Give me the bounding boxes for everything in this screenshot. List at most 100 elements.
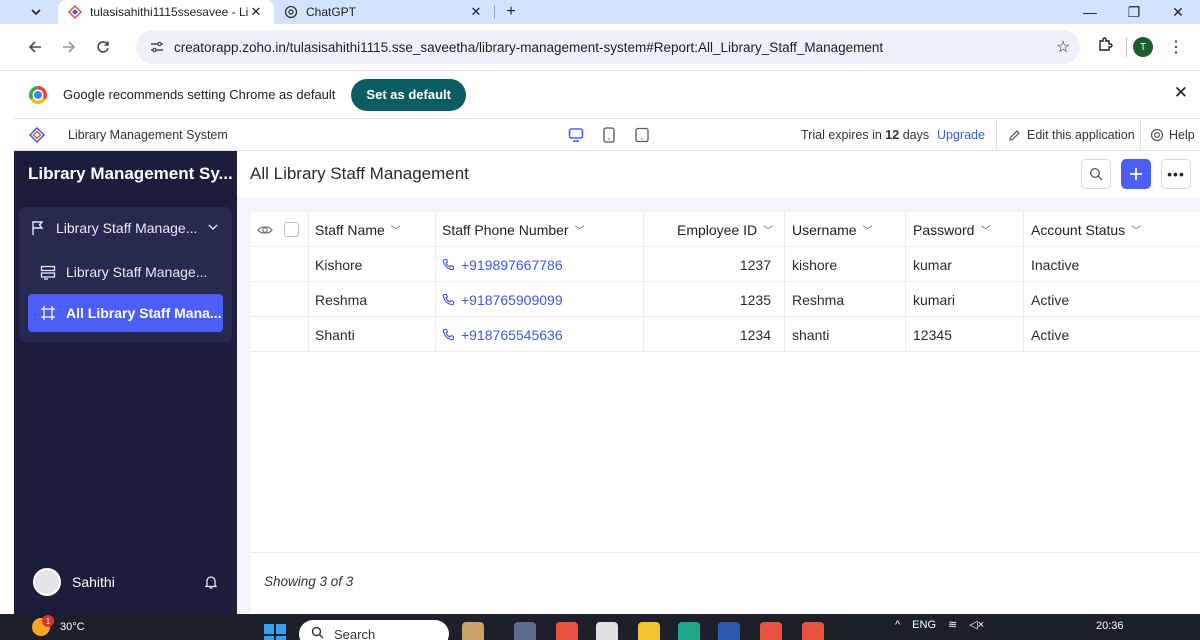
column-header-employee-id[interactable]: Employee ID ﹀ <box>677 212 773 247</box>
trial-days: 12 <box>885 128 900 142</box>
clock[interactable]: 20:36 <box>1096 620 1124 632</box>
chrome-taskbar-icon[interactable] <box>556 622 578 640</box>
table-row[interactable]: Reshma +918765909099 1235 Reshma kumari … <box>251 282 1200 317</box>
cell-phone-link[interactable]: +918765909099 <box>442 282 563 317</box>
column-title: Staff Name <box>315 221 385 238</box>
user-profile[interactable]: Sahithi <box>33 568 115 596</box>
chevron-up-icon[interactable]: ^ <box>895 619 900 631</box>
desktop-view-icon[interactable] <box>566 125 586 145</box>
browser-tabstrip: tulasisahithi1115ssesavee - Libr ✕ ChatG… <box>0 0 1200 24</box>
sidebar-item-all-staff-report[interactable]: All Library Staff Mana... <box>28 294 223 332</box>
table-row[interactable]: Kishore +919897667786 1237 kishore kumar… <box>251 247 1200 282</box>
restore-icon[interactable]: ❐ <box>1112 0 1156 24</box>
column-header-username[interactable]: Username ﹀ <box>792 212 873 247</box>
column-divider <box>905 282 906 317</box>
speaker-icon[interactable]: ◁× <box>969 618 984 631</box>
table-header-row: Staff Name ﹀ Staff Phone Number ﹀ Employee… <box>251 212 1200 247</box>
toolbar-divider <box>1126 37 1127 57</box>
column-divider <box>784 282 785 317</box>
tab-search-button[interactable] <box>24 2 48 22</box>
phone-number: +919897667786 <box>461 256 563 273</box>
column-header-staff-phone[interactable]: Staff Phone Number ﹀ <box>442 212 585 247</box>
help-link[interactable]: Help <box>1150 128 1195 142</box>
cell-account-status: Active <box>1031 326 1070 343</box>
arrow-right-icon <box>63 41 76 53</box>
trial-suffix: days <box>902 128 930 142</box>
cell-phone-link[interactable]: +919897667786 <box>442 247 563 282</box>
column-divider <box>784 247 785 282</box>
app-name: Library Management System <box>68 127 228 142</box>
windows-start-icon[interactable] <box>264 624 286 640</box>
books-app-icon[interactable] <box>462 622 484 640</box>
topbar-divider <box>1140 119 1141 152</box>
reload-button[interactable] <box>86 30 120 64</box>
add-record-button[interactable] <box>1121 159 1151 189</box>
minimize-icon[interactable]: — <box>1068 0 1112 24</box>
column-header-account-status[interactable]: Account Status ﹀ <box>1031 212 1141 247</box>
site-info-icon[interactable] <box>148 38 166 56</box>
chrome-logo-icon <box>29 85 47 104</box>
column-divider <box>308 317 309 352</box>
sidebar-item-staff-form[interactable]: Library Staff Manage... <box>39 259 207 285</box>
infobar-close-icon[interactable]: ✕ <box>1174 83 1188 103</box>
column-visibility-eye-icon[interactable] <box>257 212 273 247</box>
close-tab-icon[interactable]: ✕ <box>468 4 484 20</box>
set-as-default-button[interactable]: Set as default <box>351 78 466 111</box>
reload-icon <box>97 41 109 53</box>
address-bar[interactable]: creatorapp.zoho.in/tulasisahithi1115.sse… <box>136 30 1080 64</box>
taskbar-search[interactable]: Search <box>299 620 449 640</box>
column-header-staff-name[interactable]: Staff Name ﹀ <box>315 212 401 247</box>
back-button[interactable] <box>18 30 52 64</box>
sidebar-group-library-staff[interactable]: Library Staff Manage... <box>29 215 224 241</box>
cell-username: Reshma <box>792 291 845 308</box>
chrome-profile-icon[interactable] <box>760 622 782 640</box>
column-divider <box>643 282 644 317</box>
bookmark-star-icon[interactable]: ☆ <box>1046 37 1080 57</box>
upgrade-link[interactable]: Upgrade <box>937 128 985 142</box>
tab-chatgpt[interactable]: ChatGPT ✕ <box>274 0 494 24</box>
app-sidebar: Library Management Sy... Library Staff M… <box>14 151 237 614</box>
wifi-icon[interactable]: ≋ <box>948 618 957 631</box>
cell-staff-name: Reshma <box>315 291 368 308</box>
language-indicator[interactable]: ENG <box>912 619 936 631</box>
edit-application-link[interactable]: Edit this application <box>1008 128 1135 142</box>
word-icon[interactable] <box>718 622 740 640</box>
more-options-button[interactable]: ••• <box>1161 159 1191 189</box>
forward-button[interactable] <box>52 30 86 64</box>
file-explorer-icon[interactable] <box>638 622 660 640</box>
mobile-view-icon[interactable] <box>632 125 652 145</box>
extensions-puzzle-icon[interactable] <box>1090 37 1120 57</box>
zoho-creator-logo-icon[interactable] <box>28 126 48 144</box>
chrome-active-icon[interactable] <box>802 622 824 640</box>
close-tab-icon[interactable]: ✕ <box>248 4 264 20</box>
column-divider <box>905 317 906 352</box>
trial-prefix: Trial expires in <box>801 128 882 142</box>
table-row[interactable]: Shanti +918765545636 1234 shanti 12345 A… <box>251 317 1200 352</box>
notification-bell-icon[interactable] <box>203 574 219 593</box>
column-divider <box>1023 282 1024 317</box>
column-header-password[interactable]: Password ﹀ <box>913 212 990 247</box>
search-button[interactable] <box>1081 159 1111 189</box>
kebab-menu-icon[interactable]: ⋮ <box>1161 37 1191 57</box>
tablet-view-icon[interactable] <box>599 125 619 145</box>
weather-widget[interactable]: 1 30°C <box>32 615 85 636</box>
report-main: All Library Staff Management ••• Staff N… <box>237 151 1200 614</box>
store-icon[interactable] <box>596 622 618 640</box>
page-title: All Library Staff Management <box>250 164 469 183</box>
chevron-down-icon: ﹀ <box>390 226 401 237</box>
column-divider <box>784 317 785 352</box>
cell-phone-link[interactable]: +918765545636 <box>442 317 563 352</box>
column-title: Password <box>913 221 975 238</box>
toolbar-right: T ⋮ <box>1090 37 1191 57</box>
close-window-icon[interactable]: ✕ <box>1156 0 1200 24</box>
select-all-checkbox[interactable] <box>284 212 299 247</box>
sidebar-group-label: Library Staff Manage... <box>56 220 198 236</box>
app-topbar: Library Management System Trial expires … <box>14 118 1200 152</box>
phone-icon <box>442 258 455 271</box>
new-tab-button[interactable]: + <box>499 3 523 21</box>
profile-avatar[interactable]: T <box>1133 37 1153 57</box>
tab-zoho-creator[interactable]: tulasisahithi1115ssesavee - Libr ✕ <box>58 0 274 24</box>
edge-icon[interactable] <box>678 622 700 640</box>
column-divider <box>643 317 644 352</box>
task-view-icon[interactable] <box>514 622 536 640</box>
